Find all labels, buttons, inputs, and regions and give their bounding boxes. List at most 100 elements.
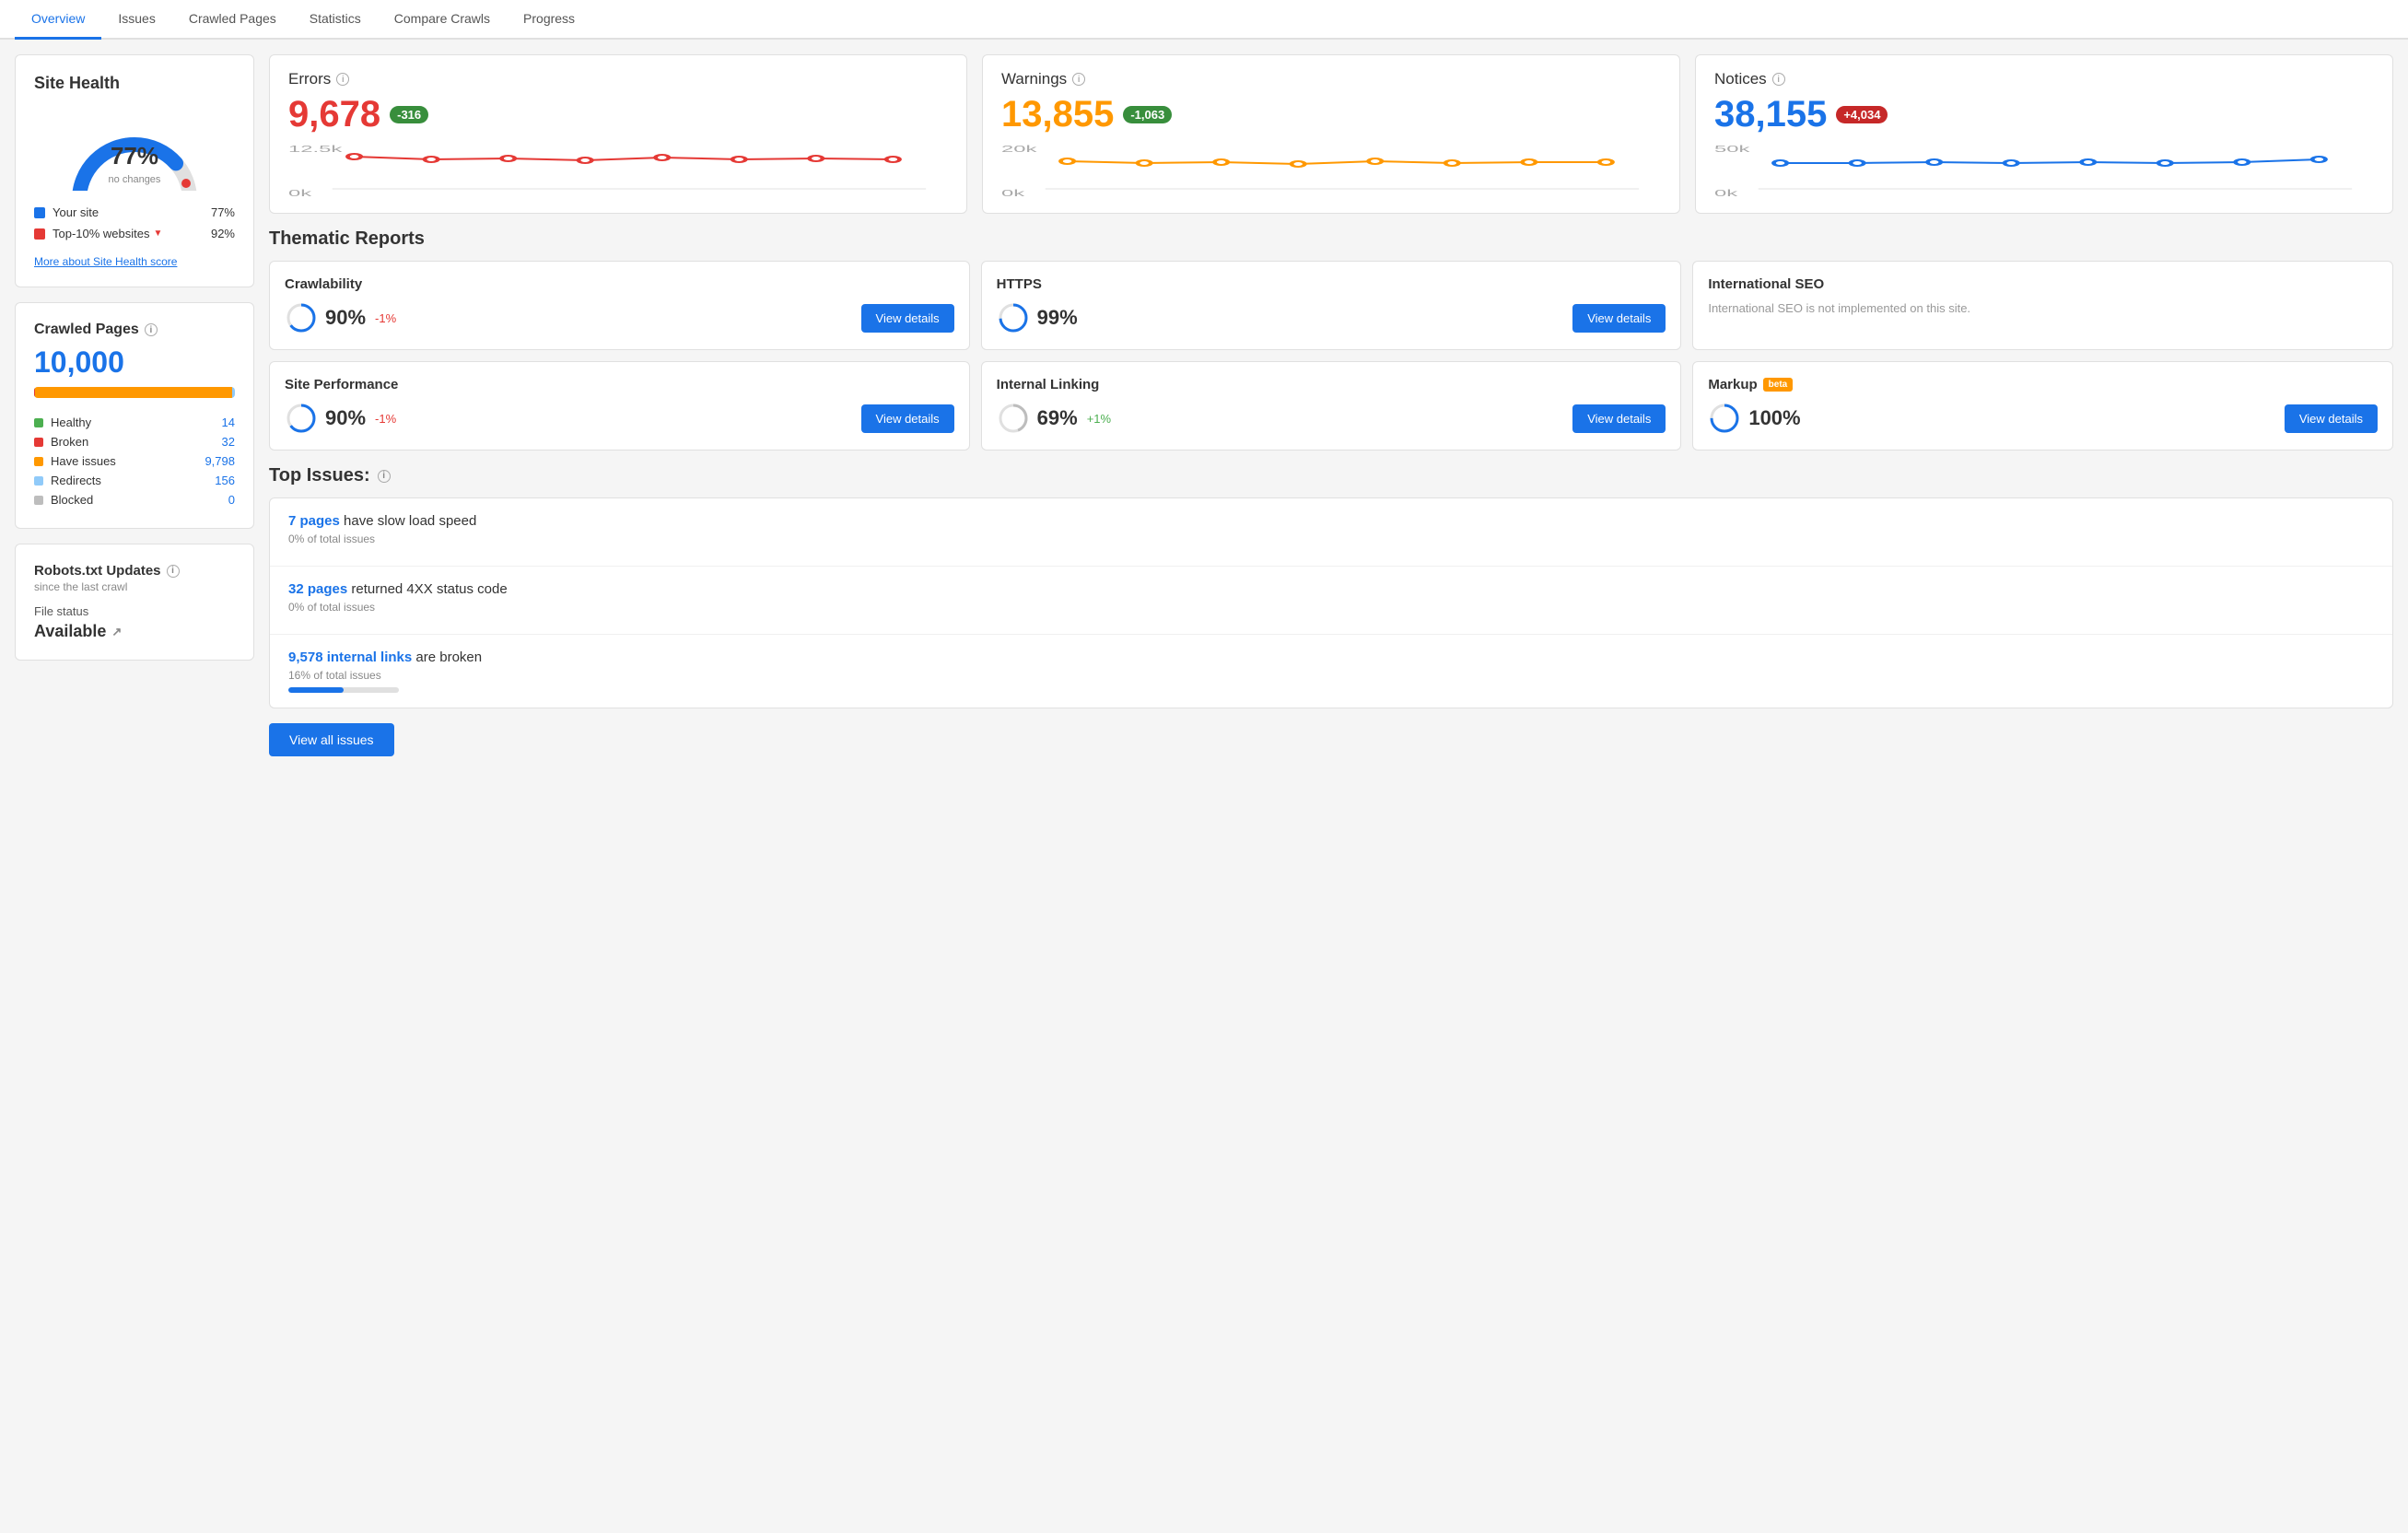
site-perf-change: -1% (375, 412, 396, 426)
notices-card: Notices i 38,155 +4,034 50k 0k (1695, 54, 2393, 214)
notices-sparkline: 50k 0k (1714, 143, 2374, 198)
issue-4xx-link[interactable]: 32 pages (288, 581, 347, 597)
tab-progress[interactable]: Progress (507, 0, 591, 40)
dot-redirects (34, 476, 43, 486)
https-view-details-btn[interactable]: View details (1572, 304, 1666, 333)
report-crawlability-score: 90% -1% (285, 301, 396, 334)
ext-link-icon[interactable]: ↗ (111, 625, 122, 639)
issue-slow-load-sub: 0% of total issues (288, 532, 2374, 545)
stat-have-issues: Have issues 9,798 (34, 451, 235, 471)
main-layout: Site Health 77% no changes (0, 40, 2408, 1530)
top-issues-title: Top Issues: i (269, 465, 2393, 486)
crawled-pages-number: 10,000 (34, 345, 235, 380)
report-markup-body: 100% View details (1708, 402, 2378, 435)
report-https-score: 99% (997, 301, 1078, 334)
markup-score-text: 100% (1748, 406, 1800, 430)
notices-value: 38,155 (1714, 94, 1827, 135)
issues-list: 7 pages have slow load speed 0% of total… (269, 497, 2393, 708)
site-perf-gauge (285, 402, 318, 435)
your-site-label: Your site (53, 205, 99, 219)
svg-text:0k: 0k (1001, 188, 1025, 198)
top10-label: Top-10% websites (53, 227, 150, 240)
errors-sparkline: 12.5k 0k (288, 143, 948, 198)
issue-4xx: 32 pages returned 4XX status code 0% of … (270, 567, 2392, 635)
tab-crawled-pages[interactable]: Crawled Pages (172, 0, 293, 40)
report-crawlability-body: 90% -1% View details (285, 301, 954, 334)
tab-issues[interactable]: Issues (101, 0, 171, 40)
dot-broken (34, 438, 43, 447)
top-issues-section: Top Issues: i 7 pages have slow load spe… (269, 465, 2393, 756)
site-health-card: Site Health 77% no changes (15, 54, 254, 287)
report-internal-linking-body: 69% +1% View details (997, 402, 1666, 435)
svg-text:0k: 0k (288, 188, 312, 198)
reports-grid: Crawlability 90% -1% View details (269, 261, 2393, 451)
gauge-percent: 77% (61, 142, 208, 170)
report-crawlability-title: Crawlability (285, 276, 954, 292)
issue-4xx-sub: 0% of total issues (288, 601, 2374, 614)
errors-info-icon[interactable]: i (336, 73, 349, 86)
issue-4xx-text: 32 pages returned 4XX status code (288, 581, 2374, 597)
top10-value: 92% (211, 227, 235, 240)
top-issues-info-icon[interactable]: i (378, 470, 391, 483)
svg-text:50k: 50k (1714, 144, 1751, 154)
dot-healthy (34, 418, 43, 427)
view-all-issues-btn[interactable]: View all issues (269, 723, 394, 756)
notices-info-icon[interactable]: i (1772, 73, 1785, 86)
stat-redirects-value: 156 (215, 474, 235, 487)
crawlability-change: -1% (375, 311, 396, 325)
svg-text:20k: 20k (1001, 144, 1038, 154)
issue-slow-load: 7 pages have slow load speed 0% of total… (270, 498, 2392, 567)
dot-blocked (34, 496, 43, 505)
warnings-value: 13,855 (1001, 94, 1114, 135)
crawlability-view-details-btn[interactable]: View details (861, 304, 954, 333)
tab-statistics[interactable]: Statistics (293, 0, 378, 40)
top10-color (34, 228, 45, 240)
notices-value-row: 38,155 +4,034 (1714, 94, 2374, 135)
crawlability-score-text: 90% (325, 306, 366, 330)
notices-title: Notices i (1714, 70, 2374, 88)
report-site-performance-score: 90% -1% (285, 402, 396, 435)
top10-arrow: ▼ (154, 228, 163, 239)
site-perf-view-details-btn[interactable]: View details (861, 404, 954, 433)
sidebar: Site Health 77% no changes (15, 54, 254, 1515)
report-intl-seo: International SEO International SEO is n… (1692, 261, 2393, 350)
tab-compare-crawls[interactable]: Compare Crawls (378, 0, 507, 40)
errors-value: 9,678 (288, 94, 380, 135)
issue-4xx-rest: returned 4XX status code (347, 581, 507, 597)
report-internal-linking-title: Internal Linking (997, 377, 1666, 392)
report-markup-title: Markup beta (1708, 377, 2378, 392)
robots-title: Robots.txt Updates i (34, 563, 235, 579)
markup-gauge (1708, 402, 1741, 435)
gauge-container: 77% no changes (61, 108, 208, 191)
warnings-badge: -1,063 (1123, 106, 1172, 123)
errors-value-row: 9,678 -316 (288, 94, 948, 135)
report-https-body: 99% View details (997, 301, 1666, 334)
your-site-value: 77% (211, 205, 235, 219)
tab-overview[interactable]: Overview (15, 0, 101, 40)
site-health-legend: Your site 77% Top-10% websites ▼ 92% (34, 202, 235, 244)
site-perf-score-text: 90% (325, 406, 366, 430)
crawlability-gauge (285, 301, 318, 334)
issue-broken-links-sub: 16% of total issues (288, 669, 2374, 682)
errors-title: Errors i (288, 70, 948, 88)
issue-broken-links-bar (288, 687, 344, 693)
file-status-value: Available ↗ (34, 622, 235, 641)
report-intl-seo-title: International SEO (1708, 276, 2378, 292)
errors-badge: -316 (390, 106, 428, 123)
stat-broken-value: 32 (222, 435, 235, 449)
report-https-title: HTTPS (997, 276, 1666, 292)
dot-issues (34, 457, 43, 466)
more-about-score-link[interactable]: More about Site Health score (34, 255, 177, 268)
stat-issues-value: 9,798 (205, 454, 235, 468)
markup-view-details-btn[interactable]: View details (2285, 404, 2378, 433)
crawled-stats-list: Healthy 14 Broken 32 Have issues 9,798 R… (34, 413, 235, 509)
intl-seo-note: International SEO is not implemented on … (1708, 301, 2378, 315)
int-link-view-details-btn[interactable]: View details (1572, 404, 1666, 433)
issue-slow-load-link[interactable]: 7 pages (288, 513, 340, 529)
warnings-info-icon[interactable]: i (1072, 73, 1085, 86)
report-internal-linking: Internal Linking 69% +1% View details (981, 361, 1682, 451)
crawled-pages-info-icon[interactable]: i (145, 323, 158, 336)
issue-broken-links-link[interactable]: 9,578 internal links (288, 649, 412, 665)
robots-info-icon[interactable]: i (167, 565, 180, 578)
issue-broken-links-text: 9,578 internal links are broken (288, 649, 2374, 665)
